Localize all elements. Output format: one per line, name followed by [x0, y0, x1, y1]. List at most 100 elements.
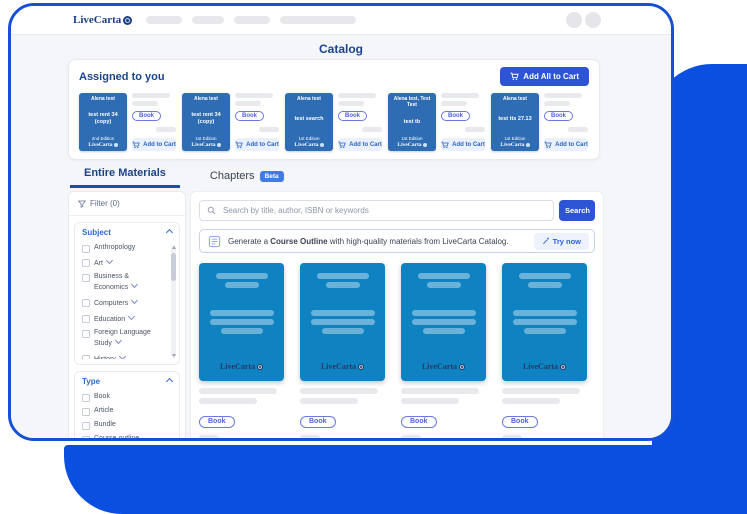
filter-option[interactable]: Article [82, 404, 172, 418]
filter-option-label: Article [94, 407, 113, 416]
type-list: Book Article Bundle Course outline Essay… [82, 390, 172, 441]
add-to-cart-button[interactable]: Add to Cart [338, 138, 382, 151]
text-placeholder [401, 398, 459, 404]
book-cover[interactable]: Alena test test tts 27.13 1st Edition Li… [491, 93, 539, 151]
chevron-down-icon[interactable] [115, 337, 122, 344]
filter-option-label: Anthropology [94, 244, 135, 253]
cover-author: Alena test [91, 96, 115, 102]
cover-placeholder [528, 282, 562, 288]
checkbox[interactable] [82, 330, 90, 338]
filter-option-label: Business & Economics [94, 273, 129, 291]
text-placeholder [441, 93, 479, 98]
cover-brand: LiveCarta [199, 362, 284, 371]
filter-option[interactable]: Anthropology [82, 241, 165, 255]
filter-option-label: Art [94, 260, 103, 267]
browser-window: LiveCarta Catalog Assigned to you [8, 3, 674, 441]
checkbox[interactable] [82, 355, 90, 359]
cover-placeholder [513, 319, 577, 325]
course-outline-banner: Generate a Course Outline with high-qual… [199, 229, 595, 253]
filter-option[interactable]: Education [82, 311, 165, 327]
add-to-cart-button[interactable]: Add to Cart [235, 138, 279, 151]
text-placeholder [502, 435, 522, 441]
cover-placeholder [210, 319, 274, 325]
catalog-item: LiveCarta Book [199, 263, 284, 441]
book-cover[interactable]: LiveCarta [199, 263, 284, 381]
magic-wand-icon [542, 237, 550, 245]
chevron-down-icon[interactable] [119, 353, 126, 359]
cover-placeholder [216, 273, 268, 279]
filter-option-label: Bundle [94, 421, 116, 430]
assigned-card: Alena test test tts 27.13 1st Edition Li… [491, 93, 588, 151]
scroll-up-arrow-icon[interactable] [172, 246, 176, 249]
cover-edition: 1st Edition [401, 136, 422, 141]
filter-option[interactable]: Art [82, 255, 165, 271]
add-all-to-cart-button[interactable]: Add All to Cart [500, 67, 589, 86]
book-cover[interactable]: Alena test, Test Test test tb 1st Editio… [388, 93, 436, 151]
cover-brand: LiveCarta [191, 142, 220, 148]
filter-option[interactable]: Course outline [82, 432, 172, 441]
search-box [199, 200, 554, 221]
search-input[interactable] [221, 205, 546, 216]
filter-option[interactable]: Book [82, 390, 172, 404]
filter-section-header[interactable]: Subject [82, 228, 172, 237]
livecarta-logo[interactable]: LiveCarta [73, 14, 132, 26]
search-button[interactable]: Search [559, 200, 595, 221]
book-cover[interactable]: LiveCarta [502, 263, 587, 381]
book-cover[interactable]: LiveCarta [300, 263, 385, 381]
chevron-down-icon[interactable] [131, 281, 138, 288]
checkbox[interactable] [82, 245, 90, 253]
filter-option[interactable]: Foreign Language Study [82, 327, 165, 352]
scroll-down-arrow-icon[interactable] [172, 354, 176, 357]
filter-option-label: Course outline [94, 435, 139, 442]
checkbox[interactable] [82, 436, 90, 442]
filter-section-subject: Subject Anthropology Art Business & Econ… [74, 222, 180, 365]
add-to-cart-button[interactable]: Add to Cart [132, 138, 176, 151]
filter-option[interactable]: Bundle [82, 418, 172, 432]
cover-title: test search [294, 116, 323, 123]
checkbox[interactable] [82, 259, 90, 267]
checkbox[interactable] [82, 394, 90, 402]
add-to-cart-button[interactable]: Add to Cart [441, 138, 485, 151]
filter-option[interactable]: History [82, 351, 165, 359]
filter-section-header[interactable]: Type [82, 377, 172, 386]
cover-brand: LiveCarta [294, 142, 323, 148]
add-to-cart-button[interactable]: Add to Cart [544, 138, 588, 151]
book-cover[interactable]: Alena test test search 1st Edition LiveC… [285, 93, 333, 151]
type-badge: Book [300, 416, 336, 428]
cover-brand: LiveCarta [502, 362, 587, 371]
filter-option[interactable]: Computers [82, 295, 165, 311]
scrollbar-thumb[interactable] [171, 253, 176, 281]
text-placeholder [199, 398, 257, 404]
chevron-down-icon[interactable] [106, 256, 113, 263]
subject-list: Anthropology Art Business & Economics Co… [82, 241, 172, 359]
try-now-label: Try now [553, 237, 581, 246]
book-cover[interactable]: LiveCarta [401, 263, 486, 381]
text-placeholder [338, 93, 376, 98]
chevron-down-icon[interactable] [131, 297, 138, 304]
livecarta-globe-icon [123, 16, 132, 25]
checkbox[interactable] [82, 274, 90, 282]
tab-entire-materials[interactable]: Entire Materials [70, 167, 180, 188]
chevron-down-icon[interactable] [128, 312, 135, 319]
banner-text: Generate a Course Outline with high-qual… [228, 237, 509, 246]
book-cover[interactable]: Alena test test rent 34 (copy) 2nd Editi… [79, 93, 127, 151]
book-cover[interactable]: Alena test test rent 34 (copy) 1st Editi… [182, 93, 230, 151]
text-placeholder [199, 435, 219, 441]
page-content: Catalog Assigned to you Add All to Cart [11, 34, 671, 438]
text-placeholder [132, 93, 170, 98]
filter-header[interactable]: Filter (0) [69, 192, 185, 216]
checkbox[interactable] [82, 408, 90, 416]
cover-title: test rent 34 (copy) [81, 112, 125, 125]
checkbox[interactable] [82, 422, 90, 430]
livecarta-globe-icon [320, 143, 324, 147]
checkbox[interactable] [82, 315, 90, 323]
try-now-button[interactable]: Try now [534, 233, 589, 250]
filter-option[interactable]: Business & Economics [82, 271, 165, 296]
checkbox[interactable] [82, 299, 90, 307]
subject-scrollbar[interactable] [171, 245, 176, 358]
assigned-card: Alena test test rent 34 (copy) 1st Editi… [182, 93, 279, 151]
type-badge: Book [199, 416, 235, 428]
tab-chapters[interactable]: Chapters Beta [206, 170, 288, 188]
cover-placeholder [418, 273, 470, 279]
tab-label: Entire Materials [84, 167, 166, 179]
